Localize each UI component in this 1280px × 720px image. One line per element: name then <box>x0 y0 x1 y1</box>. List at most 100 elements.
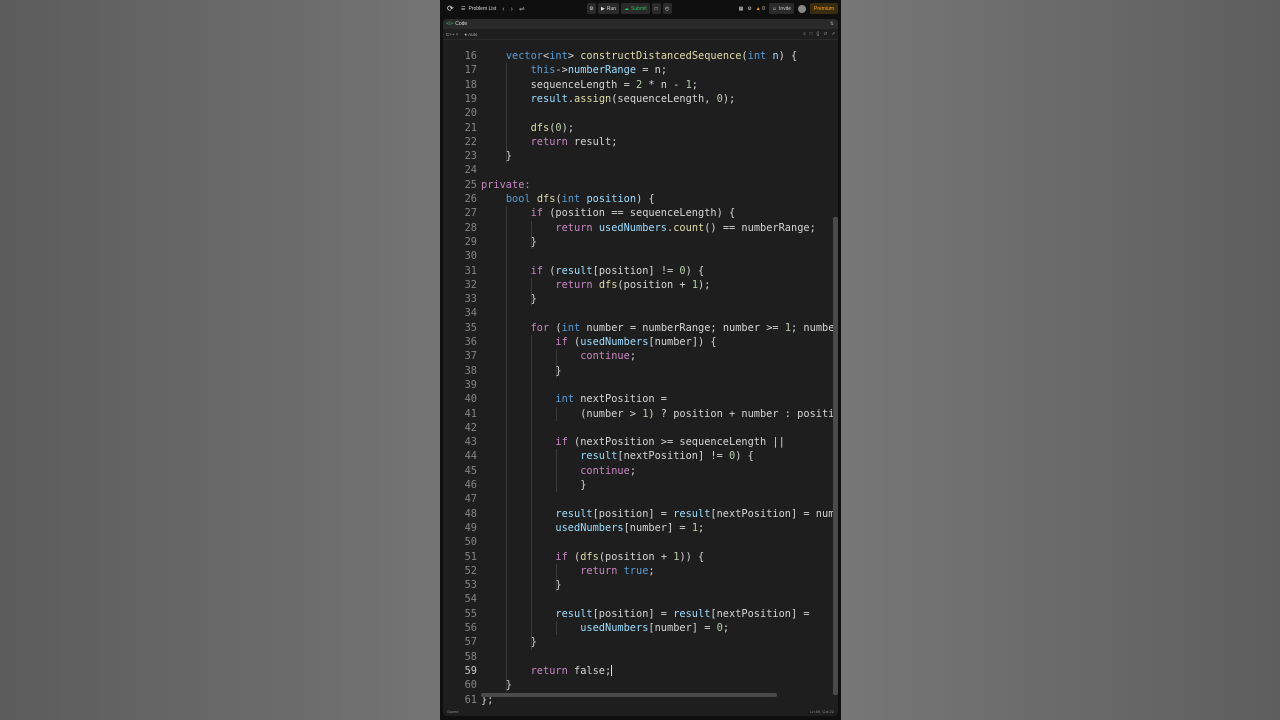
code-text[interactable]: return result; <box>481 135 618 149</box>
code-line[interactable]: 42 <box>443 421 838 435</box>
code-text[interactable]: continue; <box>481 349 636 363</box>
expand-icon[interactable]: ⇅ <box>830 21 834 27</box>
timer-icon[interactable]: ◴ <box>662 3 672 14</box>
code-text[interactable]: return dfs(position + 1); <box>481 278 710 292</box>
code-line[interactable]: 26 bool dfs(int position) { <box>443 192 838 206</box>
code-line[interactable]: 53 } <box>443 578 838 592</box>
code-line[interactable]: 33 } <box>443 292 838 306</box>
code-line[interactable]: 32 return dfs(position + 1); <box>443 278 838 292</box>
notes-icon[interactable]: □ <box>651 3 661 14</box>
code-line[interactable]: 28 return usedNumbers.count() == numberR… <box>443 221 838 235</box>
next-problem-chevron-right-icon[interactable]: › <box>511 6 513 13</box>
code-text[interactable]: dfs(0); <box>481 121 574 135</box>
code-text[interactable]: sequenceLength = 2 * n - 1; <box>481 78 698 92</box>
code-text[interactable]: if (position == sequenceLength) { <box>481 206 736 220</box>
run-button[interactable]: ▶ Run <box>598 3 620 14</box>
code-line[interactable]: 41 (number > 1) ? position + number : po… <box>443 407 838 421</box>
code-line[interactable]: 55 result[position] = result[nextPositio… <box>443 607 838 621</box>
code-text[interactable]: (number > 1) ? position + number : posit… <box>481 407 834 421</box>
braces-icon[interactable]: {} <box>816 31 819 37</box>
code-line[interactable]: 30 <box>443 249 838 263</box>
code-line[interactable]: 27 if (position == sequenceLength) { <box>443 206 838 220</box>
language-select[interactable]: C++ ˅ <box>446 32 458 37</box>
debug-icon[interactable]: ⚙ <box>587 3 596 14</box>
problem-list-link[interactable]: ☰ Problem List <box>461 6 496 12</box>
code-line[interactable]: 16 vector<int> constructDistancedSequenc… <box>443 49 838 63</box>
code-line[interactable]: 40 int nextPosition = <box>443 392 838 406</box>
leetcode-logo-icon[interactable]: ⟳ <box>447 5 454 13</box>
code-line[interactable]: 36 if (usedNumbers[number]) { <box>443 335 838 349</box>
code-line[interactable]: 19 result.assign(sequenceLength, 0); <box>443 92 838 106</box>
code-text[interactable]: result[nextPosition] != 0) { <box>481 449 754 463</box>
code-editor[interactable]: 16 vector<int> constructDistancedSequenc… <box>443 45 838 706</box>
code-text[interactable]: } <box>481 478 586 492</box>
code-text[interactable]: usedNumbers[number] = 0; <box>481 621 729 635</box>
premium-button[interactable]: Premium <box>809 3 838 14</box>
code-line[interactable]: 47 <box>443 492 838 506</box>
code-line[interactable]: 54 <box>443 592 838 606</box>
code-line[interactable]: 52 return true; <box>443 564 838 578</box>
settings-gear-icon[interactable]: ⚙ <box>747 6 751 12</box>
code-text[interactable]: private: <box>481 178 531 192</box>
code-text[interactable]: if (result[position] != 0) { <box>481 264 705 278</box>
submit-button[interactable]: ☁ Submit <box>621 3 650 14</box>
code-text[interactable]: if (dfs(position + 1)) { <box>481 550 704 564</box>
code-text[interactable]: for (int number = numberRange; number >=… <box>481 321 835 335</box>
code-line[interactable]: 38 } <box>443 364 838 378</box>
code-line[interactable]: 44 result[nextPosition] != 0) { <box>443 449 838 463</box>
streak-counter[interactable]: ▲ 0 <box>756 6 765 12</box>
code-text[interactable]: } <box>481 149 512 163</box>
code-line[interactable]: 35 for (int number = numberRange; number… <box>443 321 838 335</box>
code-text[interactable]: result[position] = result[nextPosition] … <box>481 607 809 621</box>
code-text[interactable]: return true; <box>481 564 654 578</box>
code-text[interactable]: } <box>481 678 512 692</box>
code-line[interactable]: 37 continue; <box>443 349 838 363</box>
code-line[interactable]: 21 dfs(0); <box>443 121 838 135</box>
code-line[interactable]: 25 private: <box>443 178 838 192</box>
code-line[interactable]: 46 } <box>443 478 838 492</box>
code-text[interactable]: return usedNumbers.count() == numberRang… <box>481 221 815 235</box>
code-line[interactable]: 56 usedNumbers[number] = 0; <box>443 621 838 635</box>
code-text[interactable]: int nextPosition = <box>481 392 667 406</box>
code-text[interactable]: } <box>481 635 537 649</box>
code-line[interactable]: 39 <box>443 378 838 392</box>
invite-button[interactable]: ☺ Invite <box>768 3 794 14</box>
code-line[interactable]: 49 usedNumbers[number] = 1; <box>443 521 838 535</box>
code-text[interactable]: vector<int> constructDistancedSequence(i… <box>481 49 797 63</box>
layout-icon[interactable]: ▦ <box>739 6 744 12</box>
vertical-scrollbar[interactable] <box>833 217 838 695</box>
code-line[interactable]: 50 <box>443 535 838 549</box>
avatar[interactable] <box>797 4 806 13</box>
code-line[interactable]: 48 result[position] = result[nextPositio… <box>443 507 838 521</box>
code-line[interactable]: 24 <box>443 163 838 177</box>
code-text[interactable]: } <box>481 364 561 378</box>
code-text[interactable]: return false; <box>481 664 613 678</box>
code-text[interactable]: if (nextPosition >= sequenceLength || <box>481 435 784 449</box>
code-text[interactable]: } <box>481 578 561 592</box>
code-line[interactable]: 20 <box>443 106 838 120</box>
code-line[interactable]: 45 continue; <box>443 464 838 478</box>
auto-mode[interactable]: ● Auto <box>464 32 477 37</box>
code-line[interactable]: 58 <box>443 650 838 664</box>
code-line[interactable]: 18 sequenceLength = 2 * n - 1; <box>443 78 838 92</box>
code-line[interactable]: 43 if (nextPosition >= sequenceLength || <box>443 435 838 449</box>
code-text[interactable]: usedNumbers[number] = 1; <box>481 521 704 535</box>
prev-problem-chevron-left-icon[interactable]: ‹ <box>502 6 504 13</box>
code-text[interactable]: result.assign(sequenceLength, 0); <box>481 92 736 106</box>
reset-icon[interactable]: ↺ <box>823 31 827 37</box>
bookmark-icon[interactable]: □ <box>810 31 813 37</box>
fullscreen-icon[interactable]: ↗ <box>831 31 835 37</box>
code-text[interactable]: this->numberRange = n; <box>481 63 667 77</box>
code-line[interactable]: 22 return result; <box>443 135 838 149</box>
code-line[interactable]: 59 return false; <box>443 664 838 678</box>
format-icon[interactable]: ≡ <box>803 31 806 37</box>
code-text[interactable]: bool dfs(int position) { <box>481 192 655 206</box>
code-text[interactable]: } <box>481 235 537 249</box>
code-line[interactable]: 60 } <box>443 678 838 692</box>
horizontal-scrollbar[interactable] <box>481 693 777 697</box>
code-text[interactable]: } <box>481 292 537 306</box>
code-line[interactable]: 29 } <box>443 235 838 249</box>
code-line[interactable]: 17 this->numberRange = n; <box>443 63 838 77</box>
code-line[interactable]: 51 if (dfs(position + 1)) { <box>443 550 838 564</box>
code-line[interactable]: 23 } <box>443 149 838 163</box>
